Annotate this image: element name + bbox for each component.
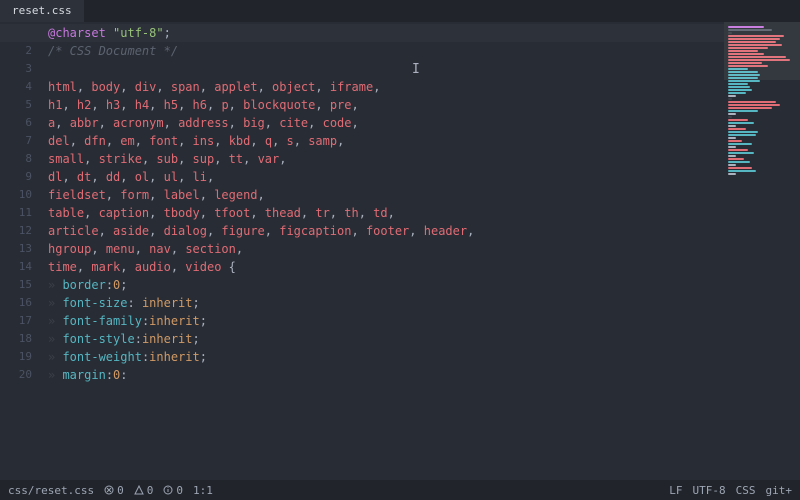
line-number[interactable]: 10 [0, 186, 42, 204]
line-number[interactable]: 11 [0, 204, 42, 222]
minimap-line [728, 83, 748, 85]
file-tab[interactable]: reset.css [0, 0, 84, 22]
code-line: » font-style:inherit; [42, 330, 724, 348]
minimap[interactable] [724, 22, 800, 480]
line-number[interactable]: 7 [0, 132, 42, 150]
line-number[interactable]: 5 [0, 96, 42, 114]
info-icon [163, 485, 173, 495]
status-filepath[interactable]: css/reset.css [8, 484, 94, 497]
line-number[interactable]: 4 [0, 78, 42, 96]
minimap-line [728, 134, 756, 136]
tab-bar: reset.css [0, 0, 800, 22]
status-encoding[interactable]: UTF-8 [693, 484, 726, 497]
minimap-viewport[interactable] [724, 22, 800, 80]
minimap-line [728, 98, 732, 100]
minimap-line [728, 80, 760, 82]
code-line: » font-size: inherit; [42, 294, 724, 312]
status-errors[interactable]: 0 [104, 484, 124, 497]
minimap-line [728, 119, 748, 121]
code-line [42, 60, 724, 78]
status-git[interactable]: git+ [766, 484, 793, 497]
status-bar: css/reset.css 0 0 0 1:1 LF UTF-8 CSS git… [0, 480, 800, 500]
minimap-line [728, 155, 736, 157]
line-number[interactable]: 2 [0, 42, 42, 60]
code-area[interactable]: I @charset "utf-8"; /* CSS Document */ h… [42, 22, 724, 480]
minimap-line [728, 95, 736, 97]
minimap-line [728, 152, 754, 154]
line-number[interactable]: 14 [0, 258, 42, 276]
minimap-line [728, 125, 736, 127]
line-number[interactable]: 15 [0, 276, 42, 294]
minimap-line [728, 167, 752, 169]
code-line: time, mark, audio, video { [42, 258, 724, 276]
tab-filename: reset.css [12, 4, 72, 17]
line-number[interactable]: 16 [0, 294, 42, 312]
status-language[interactable]: CSS [736, 484, 756, 497]
code-line: » border:0; [42, 276, 724, 294]
status-eol[interactable]: LF [669, 484, 682, 497]
minimap-line [728, 116, 732, 118]
code-line: fieldset, form, label, legend, [42, 186, 724, 204]
line-number[interactable]: 17 [0, 312, 42, 330]
editor: 1234567891011121314151617181920 I @chars… [0, 22, 800, 480]
minimap-line [728, 170, 756, 172]
line-number[interactable]: 12 [0, 222, 42, 240]
line-number[interactable]: 18 [0, 330, 42, 348]
minimap-line [728, 104, 780, 106]
code-line: /* CSS Document */ [42, 42, 724, 60]
minimap-line [728, 101, 776, 103]
error-icon [104, 485, 114, 495]
line-number[interactable]: 20 [0, 366, 42, 384]
minimap-line [728, 110, 758, 112]
minimap-line [728, 164, 736, 166]
code-line: html, body, div, span, applet, object, i… [42, 78, 724, 96]
code-line: hgroup, menu, nav, section, [42, 240, 724, 258]
status-cursor-position[interactable]: 1:1 [193, 484, 213, 497]
code-line: a, abbr, acronym, address, big, cite, co… [42, 114, 724, 132]
line-number[interactable]: 3 [0, 60, 42, 78]
minimap-line [728, 122, 754, 124]
minimap-line [728, 161, 750, 163]
minimap-line [728, 86, 750, 88]
line-number[interactable]: 19 [0, 348, 42, 366]
status-warnings[interactable]: 0 [134, 484, 154, 497]
status-info[interactable]: 0 [163, 484, 183, 497]
minimap-line [728, 158, 744, 160]
minimap-line [728, 146, 736, 148]
minimap-line [728, 140, 742, 142]
line-number[interactable]: 9 [0, 168, 42, 186]
minimap-line [728, 137, 736, 139]
minimap-line [728, 107, 772, 109]
code-line: h1, h2, h3, h4, h5, h6, p, blockquote, p… [42, 96, 724, 114]
code-line: table, caption, tbody, tfoot, thead, tr,… [42, 204, 724, 222]
code-line: » font-family:inherit; [42, 312, 724, 330]
code-line: small, strike, sub, sup, tt, var, [42, 150, 724, 168]
warning-icon [134, 485, 144, 495]
line-number[interactable]: 8 [0, 150, 42, 168]
code-line: article, aside, dialog, figure, figcapti… [42, 222, 724, 240]
minimap-line [728, 92, 746, 94]
minimap-line [728, 173, 736, 175]
code-line: » margin:0: [42, 366, 724, 384]
code-line: del, dfn, em, font, ins, kbd, q, s, samp… [42, 132, 724, 150]
minimap-line [728, 113, 736, 115]
minimap-line [728, 149, 748, 151]
code-line: » font-weight:inherit; [42, 348, 724, 366]
minimap-line [728, 89, 752, 91]
minimap-line [728, 128, 746, 130]
minimap-line [728, 131, 758, 133]
code-line: dl, dt, dd, ol, ul, li, [42, 168, 724, 186]
line-number[interactable]: 6 [0, 114, 42, 132]
line-number[interactable]: 13 [0, 240, 42, 258]
line-gutter[interactable]: 1234567891011121314151617181920 [0, 22, 42, 480]
minimap-line [728, 143, 752, 145]
code-line: @charset "utf-8"; [42, 24, 724, 42]
